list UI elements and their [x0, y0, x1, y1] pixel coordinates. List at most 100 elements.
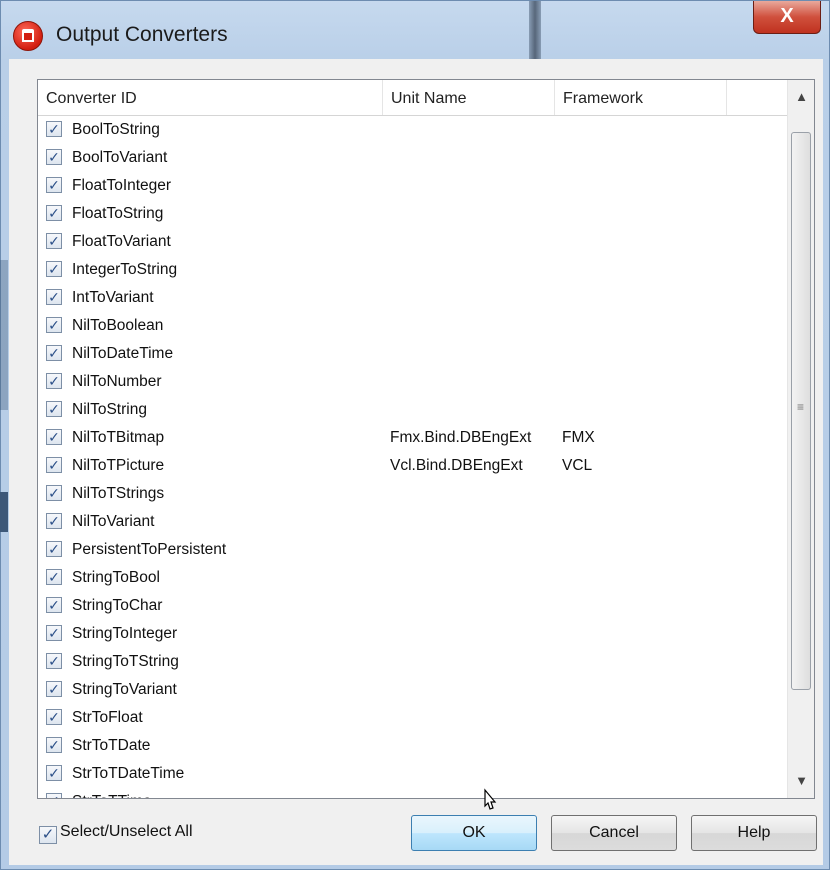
- converter-id: StringToVariant: [72, 681, 177, 698]
- list-item[interactable]: ✓ StringToChar: [38, 592, 787, 620]
- list-item[interactable]: ✓ StringToTString: [38, 648, 787, 676]
- list-item[interactable]: ✓ StringToInteger: [38, 620, 787, 648]
- list-item[interactable]: ✓ StringToBool: [38, 564, 787, 592]
- converter-id: PersistentToPersistent: [72, 541, 227, 558]
- unit-name: Vcl.Bind.DBEngExt: [390, 457, 523, 474]
- list-item[interactable]: ✓ BoolToString: [38, 116, 787, 144]
- list-item[interactable]: ✓ NilToTBitmap Fmx.Bind.DBEngExt FMX: [38, 424, 787, 452]
- framework: FMX: [562, 429, 595, 446]
- list-item[interactable]: ✓ FloatToVariant: [38, 228, 787, 256]
- converter-id: StringToTString: [72, 653, 179, 670]
- checkmark-icon[interactable]: ✓: [46, 653, 62, 669]
- scroll-down-arrow-icon[interactable]: ▼: [788, 766, 814, 796]
- checkmark-icon[interactable]: ✓: [46, 681, 62, 697]
- list-item[interactable]: ✓ NilToString: [38, 396, 787, 424]
- list-item[interactable]: ✓ StrToTDate: [38, 732, 787, 760]
- close-button[interactable]: X: [753, 1, 821, 34]
- list-item[interactable]: ✓ StrToTTime: [38, 788, 787, 798]
- list-item[interactable]: ✓ StrToFloat: [38, 704, 787, 732]
- list-header: Converter ID Unit Name Framework: [38, 80, 787, 116]
- converter-rows: ✓ BoolToString ✓ BoolToVariant ✓ FloatToInteg…: [38, 116, 787, 798]
- mouse-pointer-icon: [484, 788, 497, 810]
- select-unselect-all-checkbox[interactable]: ✓ Select/Unselect All: [39, 823, 193, 844]
- converter-id: FloatToInteger: [72, 177, 172, 194]
- converter-id: NilToTStrings: [72, 485, 165, 502]
- checkmark-icon[interactable]: ✓: [46, 541, 62, 557]
- output-converters-dialog: Output Converters X Converter ID Unit Na…: [0, 0, 830, 870]
- checkmark-icon[interactable]: ✓: [46, 429, 62, 445]
- converter-id: BoolToString: [72, 121, 160, 138]
- column-header-framework[interactable]: Framework: [555, 80, 727, 115]
- ok-button[interactable]: OK: [411, 815, 537, 851]
- checkmark-icon[interactable]: ✓: [46, 485, 62, 501]
- list-item[interactable]: ✓ NilToTStrings: [38, 480, 787, 508]
- list-item[interactable]: ✓ PersistentToPersistent: [38, 536, 787, 564]
- checkmark-icon: ✓: [39, 826, 57, 844]
- converter-id: NilToTBitmap: [72, 429, 165, 446]
- converter-id: FloatToVariant: [72, 233, 171, 250]
- list-item[interactable]: ✓ StrToTDateTime: [38, 760, 787, 788]
- converter-id: NilToNumber: [72, 373, 162, 390]
- converter-id: StrToTDateTime: [72, 765, 185, 782]
- converters-list[interactable]: Converter ID Unit Name Framework ✓ BoolTo…: [37, 79, 815, 799]
- help-button[interactable]: Help: [691, 815, 817, 851]
- list-item[interactable]: ✓ StringToVariant: [38, 676, 787, 704]
- cancel-button[interactable]: Cancel: [551, 815, 677, 851]
- checkmark-icon[interactable]: ✓: [46, 401, 62, 417]
- scrollbar-thumb[interactable]: ≡: [791, 132, 811, 690]
- checkmark-icon[interactable]: ✓: [46, 569, 62, 585]
- output-converters-app-icon: [13, 21, 43, 51]
- window-title: Output Converters: [56, 23, 228, 46]
- list-item[interactable]: ✓ IntToVariant: [38, 284, 787, 312]
- converter-id: StrToFloat: [72, 709, 143, 726]
- list-item[interactable]: ✓ NilToNumber: [38, 368, 787, 396]
- dialog-client-area: Converter ID Unit Name Framework ✓ BoolTo…: [9, 59, 823, 865]
- unit-name: Fmx.Bind.DBEngExt: [390, 429, 532, 446]
- vertical-scrollbar[interactable]: ▲ ≡ ▼: [787, 80, 814, 798]
- converter-id: StringToInteger: [72, 625, 178, 642]
- close-icon: X: [780, 5, 794, 27]
- window-edge-marker: [0, 492, 8, 532]
- converter-id: FloatToString: [72, 205, 164, 222]
- column-header-unit-name[interactable]: Unit Name: [383, 80, 555, 115]
- checkmark-icon[interactable]: ✓: [46, 457, 62, 473]
- checkmark-icon[interactable]: ✓: [46, 233, 62, 249]
- list-item[interactable]: ✓ FloatToInteger: [38, 172, 787, 200]
- list-item[interactable]: ✓ BoolToVariant: [38, 144, 787, 172]
- scroll-up-arrow-icon[interactable]: ▲: [788, 82, 814, 112]
- list-item[interactable]: ✓ NilToTPicture Vcl.Bind.DBEngExt VCL: [38, 452, 787, 480]
- checkmark-icon[interactable]: ✓: [46, 289, 62, 305]
- checkmark-icon[interactable]: ✓: [46, 149, 62, 165]
- list-item[interactable]: ✓ NilToVariant: [38, 508, 787, 536]
- checkmark-icon[interactable]: ✓: [46, 317, 62, 333]
- checkmark-icon[interactable]: ✓: [46, 261, 62, 277]
- converter-id: IntegerToString: [72, 261, 178, 278]
- converter-id: NilToVariant: [72, 513, 155, 530]
- list-item[interactable]: ✓ NilToDateTime: [38, 340, 787, 368]
- checkmark-icon[interactable]: ✓: [46, 177, 62, 193]
- checkmark-icon[interactable]: ✓: [46, 597, 62, 613]
- converter-id: NilToTPicture: [72, 457, 165, 474]
- window-edge-shadow: [0, 260, 8, 410]
- list-item[interactable]: ✓ IntegerToString: [38, 256, 787, 284]
- list-item[interactable]: ✓ FloatToString: [38, 200, 787, 228]
- column-header-converter-id[interactable]: Converter ID: [38, 80, 383, 115]
- checkmark-icon[interactable]: ✓: [46, 737, 62, 753]
- scroll-grip-icon: ≡: [797, 400, 805, 414]
- select-unselect-all-label: Select/Unselect All: [60, 823, 193, 840]
- checkmark-icon[interactable]: ✓: [46, 793, 62, 798]
- converter-id: IntToVariant: [72, 289, 154, 306]
- checkmark-icon[interactable]: ✓: [46, 373, 62, 389]
- checkmark-icon[interactable]: ✓: [46, 625, 62, 641]
- checkmark-icon[interactable]: ✓: [46, 121, 62, 137]
- converter-id: NilToString: [72, 401, 147, 418]
- converter-id: StrToTDate: [72, 737, 151, 754]
- checkmark-icon[interactable]: ✓: [46, 765, 62, 781]
- converter-id: NilToBoolean: [72, 317, 164, 334]
- checkmark-icon[interactable]: ✓: [46, 513, 62, 529]
- checkmark-icon[interactable]: ✓: [46, 205, 62, 221]
- checkmark-icon[interactable]: ✓: [46, 345, 62, 361]
- framework: VCL: [562, 457, 593, 474]
- list-item[interactable]: ✓ NilToBoolean: [38, 312, 787, 340]
- checkmark-icon[interactable]: ✓: [46, 709, 62, 725]
